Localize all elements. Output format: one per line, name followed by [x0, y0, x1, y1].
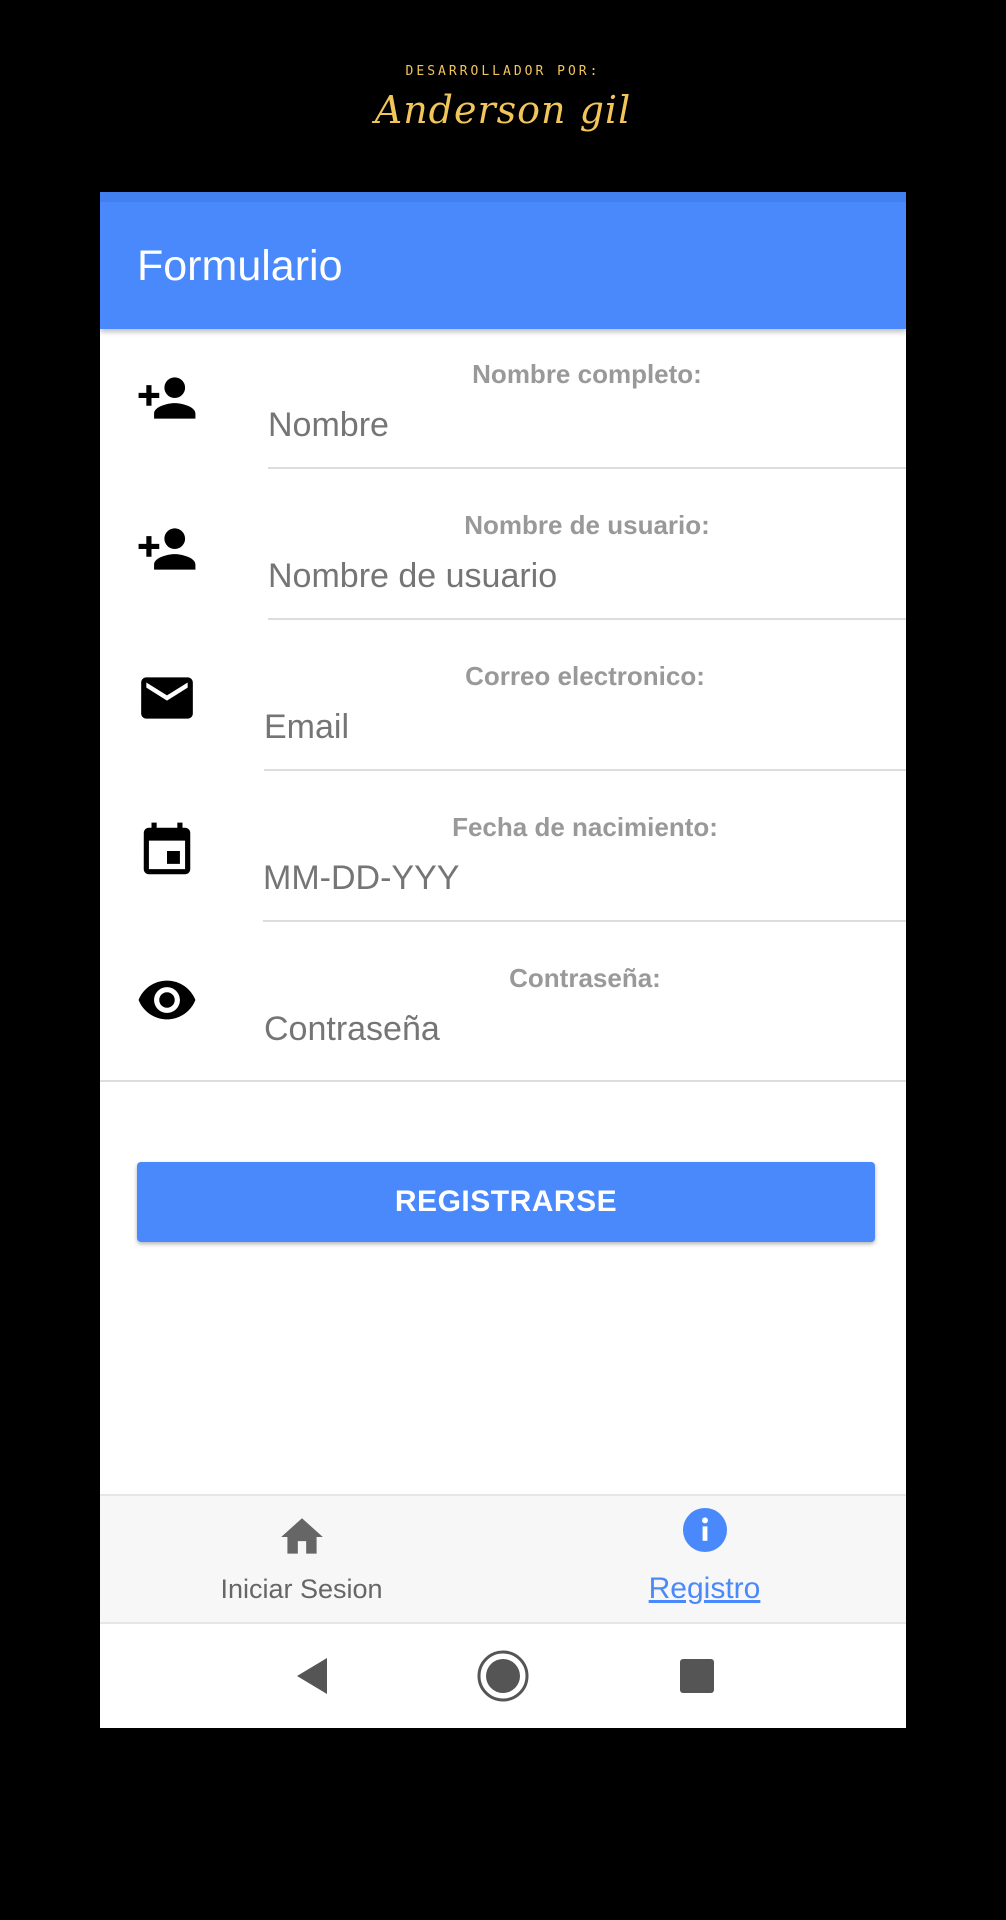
- person-add-icon: [136, 367, 198, 429]
- tab-register[interactable]: Registro: [503, 1496, 906, 1624]
- credit-caption: DESARROLLADOR POR:: [405, 64, 601, 79]
- birthdate-input[interactable]: [263, 856, 906, 901]
- calendar-icon: [136, 820, 198, 882]
- tab-label: Registro: [648, 1572, 761, 1605]
- bottom-tab-bar: Iniciar Sesion Registro: [100, 1494, 906, 1624]
- field-label: Contraseña:: [509, 963, 661, 993]
- field-label: Nombre de usuario:: [464, 510, 710, 540]
- field-label: Correo electronico:: [465, 661, 705, 691]
- field-underline: [263, 920, 906, 922]
- full-name-input[interactable]: [268, 403, 906, 448]
- page-title: Formulario: [137, 242, 343, 290]
- field-username: Nombre de usuario:: [100, 480, 906, 631]
- info-icon: [681, 1506, 729, 1559]
- form-divider: [100, 1080, 906, 1082]
- field-birthdate: Fecha de nacimiento:: [100, 782, 906, 933]
- tab-login[interactable]: Iniciar Sesion: [100, 1496, 503, 1624]
- register-button[interactable]: REGISTRARSE: [137, 1162, 875, 1242]
- eye-icon[interactable]: [136, 969, 198, 1031]
- home-icon: [277, 1512, 327, 1567]
- recents-icon[interactable]: [667, 1646, 727, 1706]
- field-underline: [268, 467, 906, 469]
- tab-label: Iniciar Sesion: [220, 1574, 383, 1604]
- field-underline: [264, 769, 906, 771]
- credit-signature: Anderson gil: [374, 88, 632, 132]
- password-input[interactable]: [264, 1007, 906, 1052]
- field-label: Nombre completo:: [472, 359, 702, 389]
- app-screen: Formulario Nombre completo: Nombre de us…: [100, 192, 906, 1728]
- home-button-icon[interactable]: [473, 1646, 533, 1706]
- username-input[interactable]: [268, 554, 906, 599]
- field-full-name: Nombre completo:: [100, 329, 906, 480]
- system-nav-bar: [100, 1622, 906, 1728]
- field-label: Fecha de nacimiento:: [452, 812, 718, 842]
- field-password: Contraseña:: [100, 933, 906, 1084]
- back-icon[interactable]: [283, 1646, 343, 1706]
- field-email: Correo electronico:: [100, 631, 906, 782]
- mail-icon: [136, 667, 198, 729]
- status-strip: [100, 192, 906, 202]
- email-input[interactable]: [264, 705, 906, 750]
- app-bar: Formulario: [100, 192, 906, 329]
- field-underline: [268, 618, 906, 620]
- person-add-icon: [136, 518, 198, 580]
